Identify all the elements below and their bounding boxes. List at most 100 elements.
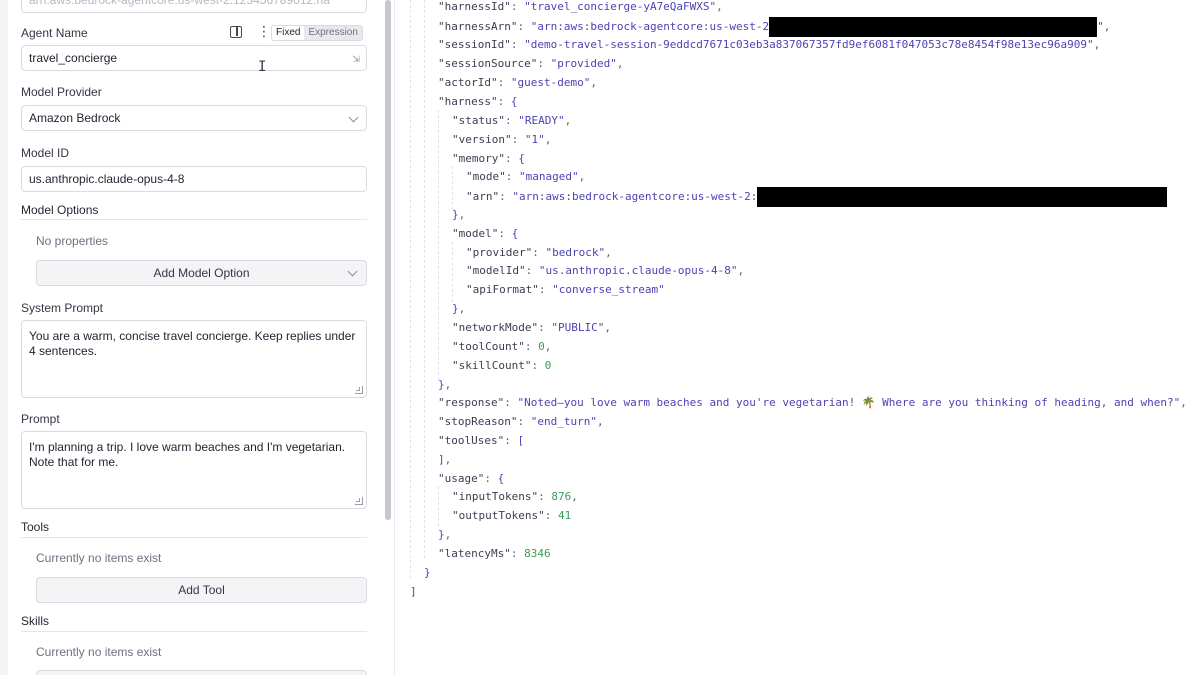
- json-line-toolCount: "toolCount": 0,: [452, 340, 552, 353]
- model-provider-value: Amazon Bedrock: [29, 111, 121, 125]
- json-value: 8346: [524, 547, 551, 560]
- model-id-label: Model ID: [21, 146, 70, 160]
- redaction-block: [757, 187, 1168, 207]
- json-value: us.anthropic.claude-opus-4-8: [545, 264, 731, 277]
- json-key: "provider": [466, 246, 533, 259]
- fixed-expression-toggle[interactable]: Fixed Expression: [271, 25, 363, 41]
- section-divider: [21, 631, 367, 632]
- agent-name-input[interactable]: travel_concierge ⇲: [21, 45, 367, 71]
- json-line-outputTokens: "outputTokens": 41: [452, 509, 572, 522]
- json-key: "modelId": [466, 264, 526, 277]
- chevron-down-icon: [347, 266, 358, 277]
- resize-handle-icon[interactable]: [355, 386, 363, 394]
- model-options-label: Model Options: [21, 203, 99, 217]
- tools-label: Tools: [21, 520, 50, 534]
- json-value: Noted—you love warm beaches and you're v…: [524, 396, 1174, 409]
- add-model-option-label: Add Model Option: [153, 266, 250, 280]
- chevron-down-icon: [348, 112, 359, 123]
- json-line-mode: "mode": "managed",: [466, 170, 586, 183]
- json-line-toolUses: "toolUses": [: [438, 434, 525, 447]
- json-value: READY: [524, 114, 558, 127]
- json-value: managed: [525, 170, 572, 183]
- indent-guide: [438, 486, 439, 526]
- json-key: "skillCount": [452, 359, 532, 372]
- prompt-textarea[interactable]: I'm planning a trip. I love warm beaches…: [21, 431, 367, 509]
- json-key: "memory": [452, 152, 505, 165]
- section-divider: [21, 219, 367, 220]
- json-key: "inputTokens": [452, 490, 539, 503]
- json-line-inputTokens: "inputTokens": 876,: [452, 490, 578, 503]
- json-key: "sessionId": [438, 38, 511, 51]
- model-provider-select[interactable]: Amazon Bedrock: [21, 105, 367, 131]
- json-line-harness: "harness": {: [438, 95, 518, 108]
- json-line-close: ],: [438, 453, 452, 466]
- add-model-option-button[interactable]: Add Model Option: [36, 260, 367, 286]
- indent-guide: [452, 166, 453, 210]
- scrollbar-thumb[interactable]: [385, 0, 391, 520]
- json-key: "mode": [466, 170, 506, 183]
- left-gutter: [0, 0, 8, 675]
- json-line-actorId: "actorId": "guest-demo",: [438, 76, 597, 89]
- json-key: "status": [452, 114, 505, 127]
- json-line-sessionId: "sessionId": "demo-travel-session-9eddcd…: [438, 38, 1101, 51]
- json-key: "networkMode": [452, 321, 539, 334]
- json-line-close: },: [452, 302, 466, 315]
- json-line-status: "status": "READY",: [452, 114, 572, 127]
- expand-expression-icon[interactable]: ⇲: [352, 54, 360, 65]
- json-line-latencyMs: "latencyMs": 8346: [438, 547, 551, 560]
- add-skill-button[interactable]: [36, 670, 367, 675]
- json-value: guest-demo: [517, 76, 584, 89]
- agent-name-value: travel_concierge: [29, 51, 118, 65]
- resize-handle-icon[interactable]: [355, 497, 363, 505]
- toggle-expression[interactable]: Expression: [304, 26, 362, 40]
- json-key: "outputTokens": [452, 509, 545, 522]
- json-line-response: "response": "Noted—you love warm beaches…: [438, 396, 1187, 409]
- json-line-arn: "arn": "arn:aws:bedrock-agentcore:us-wes…: [466, 187, 1168, 207]
- json-line-apiFormat: "apiFormat": "converse_stream": [466, 283, 665, 296]
- json-value-suffix: ": [1097, 20, 1104, 33]
- json-value: demo-travel-session-9eddcd7671c03eb3a837…: [530, 38, 1088, 51]
- json-line-model: "model": {: [452, 227, 519, 240]
- json-output-panel: "harnessId": "travel_concierge-yA7eQaFWX…: [396, 0, 1200, 675]
- prompt-label: Prompt: [21, 412, 60, 426]
- add-tool-button[interactable]: Add Tool: [36, 577, 367, 603]
- json-line-memory: "memory": {: [452, 152, 525, 165]
- harness-arn-input[interactable]: arn:aws:bedrock-agentcore:us-west-2:1234…: [21, 0, 367, 13]
- sidebar-panel-icon[interactable]: [230, 26, 242, 38]
- json-value: 0: [544, 359, 552, 372]
- json-key: "apiFormat": [466, 283, 539, 296]
- more-options-icon[interactable]: ⋮: [257, 24, 271, 38]
- json-value: 0: [538, 340, 545, 353]
- indent-guide: [438, 110, 439, 380]
- json-line-skillCount: "skillCount": 0: [452, 359, 552, 372]
- model-id-input[interactable]: us.anthropic.claude-opus-4-8: [21, 166, 367, 192]
- json-line-usage: "usage": {: [438, 472, 505, 485]
- json-line-harnessId: "harnessId": "travel_concierge-yA7eQaFWX…: [438, 0, 723, 13]
- section-divider: [21, 537, 367, 538]
- json-key: "stopReason": [438, 415, 518, 428]
- prompt-value: I'm planning a trip. I love warm beaches…: [29, 440, 346, 469]
- json-line-sessionSource: "sessionSource": "provided",: [438, 57, 624, 70]
- model-provider-label: Model Provider: [21, 85, 102, 99]
- json-line-close: },: [438, 378, 452, 391]
- toggle-fixed[interactable]: Fixed: [272, 26, 305, 40]
- json-line-networkMode: "networkMode": "PUBLIC",: [452, 321, 611, 334]
- skills-label: Skills: [21, 614, 50, 628]
- json-key: "harnessId": [438, 0, 511, 13]
- system-prompt-label: System Prompt: [21, 301, 104, 315]
- text-cursor-icon: I: [258, 59, 267, 75]
- json-value: 1: [531, 133, 539, 146]
- json-value: travel_concierge-yA7eQaFWXS: [530, 0, 710, 13]
- json-value: provided: [557, 57, 611, 70]
- json-line-close: }: [424, 566, 431, 579]
- model-options-empty-text: No properties: [36, 234, 109, 248]
- indent-guide: [452, 242, 453, 302]
- json-value: arn:aws:bedrock-agentcore:us-west-2:: [519, 190, 758, 203]
- json-key: "harnessArn": [438, 20, 518, 33]
- indent-guide: [424, 0, 425, 558]
- json-key: "sessionSource": [438, 57, 538, 70]
- json-value: bedrock: [552, 246, 599, 259]
- system-prompt-textarea[interactable]: You are a warm, concise travel concierge…: [21, 320, 367, 398]
- node-parameters-panel: arn:aws:bedrock-agentcore:us-west-2:1234…: [8, 0, 380, 675]
- json-key: "version": [452, 133, 512, 146]
